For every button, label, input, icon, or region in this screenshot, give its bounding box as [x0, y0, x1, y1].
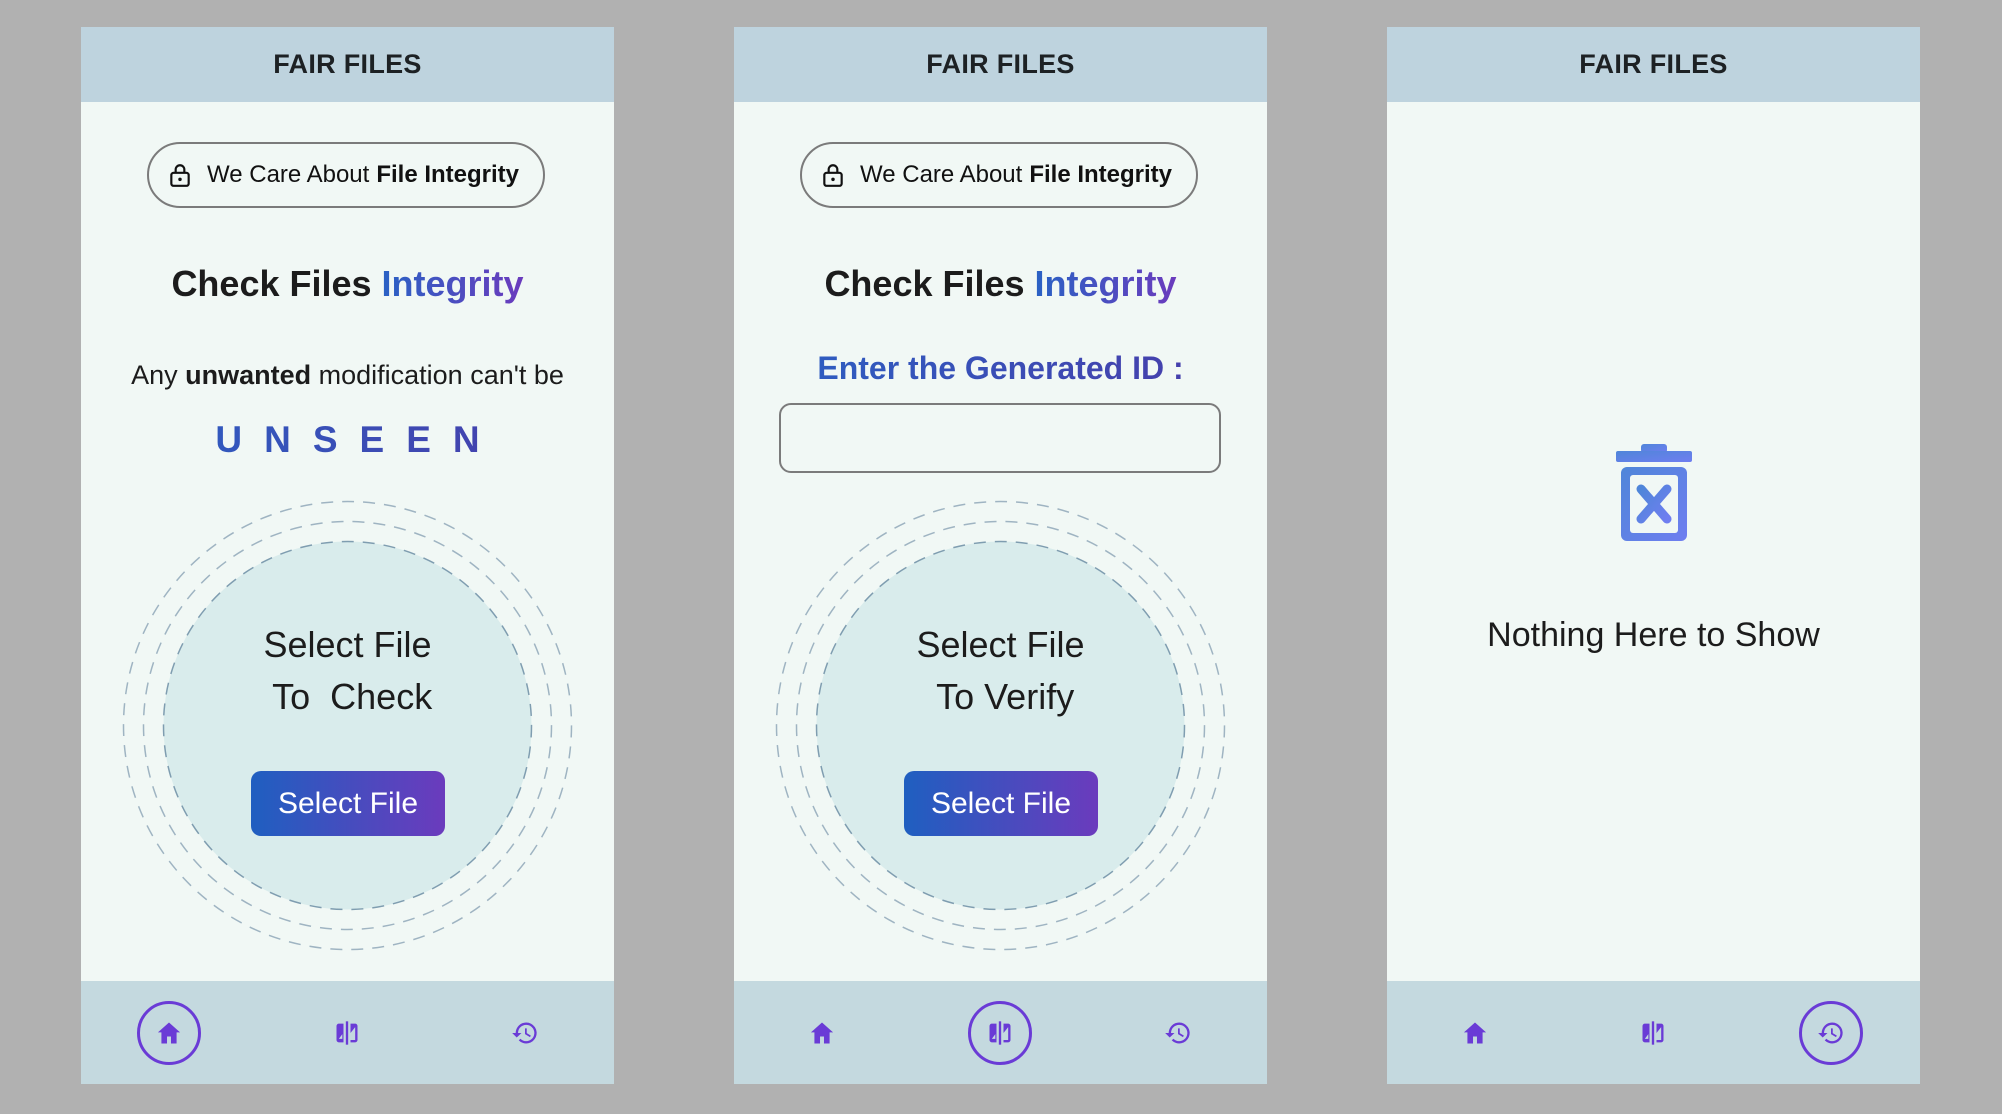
nav-verify[interactable] — [315, 1001, 379, 1065]
home-icon — [808, 1019, 836, 1047]
app-bar: FAIR FILES — [734, 27, 1267, 102]
lock-icon — [820, 162, 846, 188]
app-title: FAIR FILES — [273, 49, 422, 79]
drop-zone-circle — [775, 500, 1226, 951]
screen-verify: FAIR FILES We Care About File Integrity … — [734, 27, 1267, 1084]
app-title: FAIR FILES — [926, 49, 1075, 79]
home-icon — [155, 1019, 183, 1047]
home-icon — [1461, 1019, 1489, 1047]
history-icon — [1817, 1019, 1845, 1047]
compare-icon — [986, 1019, 1014, 1047]
integrity-pill: We Care About File Integrity — [147, 142, 545, 208]
trash-x-icon — [1616, 444, 1692, 541]
screen-check: FAIR FILES We Care About File Integrity … — [81, 27, 614, 1084]
generated-id-label: Enter the Generated ID : — [734, 350, 1267, 387]
screen-history: FAIR FILES Nothing Here to Show — [1387, 27, 1920, 1084]
page-title: Check Files Integrity — [81, 263, 614, 305]
compare-icon — [333, 1019, 361, 1047]
page-title: Check Files Integrity — [734, 263, 1267, 305]
compare-icon — [1639, 1019, 1667, 1047]
select-file-button[interactable]: Select File — [251, 771, 445, 836]
app-bar: FAIR FILES — [1387, 27, 1920, 102]
drop-zone-text: Select File To Check — [263, 624, 433, 717]
title-accent: Integrity — [1034, 263, 1177, 304]
unseen-highlight: UNSEEN — [81, 419, 614, 461]
bottom-nav — [734, 981, 1267, 1084]
nav-history[interactable] — [1799, 1001, 1863, 1065]
history-icon — [1164, 1019, 1192, 1047]
integrity-pill: We Care About File Integrity — [800, 142, 1198, 208]
nav-verify[interactable] — [968, 1001, 1032, 1065]
lock-icon — [167, 162, 193, 188]
drop-zone-circle — [122, 500, 573, 951]
pill-emphasis: File Integrity — [1029, 161, 1173, 188]
drop-zone-text: Select File To Verify — [916, 624, 1085, 717]
bottom-nav — [81, 981, 614, 1084]
app-title: FAIR FILES — [1579, 49, 1728, 79]
nav-home[interactable] — [1443, 1001, 1507, 1065]
title-accent: Integrity — [381, 263, 524, 304]
nav-home[interactable] — [137, 1001, 201, 1065]
app-bar: FAIR FILES — [81, 27, 614, 102]
tagline-post: modification can't be — [318, 360, 564, 390]
history-icon — [511, 1019, 539, 1047]
tagline: Any unwanted modification can't be — [81, 360, 614, 391]
title-text: Check Files — [824, 263, 1025, 304]
nav-history[interactable] — [493, 1001, 557, 1065]
select-file-button[interactable]: Select File — [904, 771, 1098, 836]
pill-prefix: We Care About — [207, 161, 370, 188]
nav-history[interactable] — [1146, 1001, 1210, 1065]
tagline-pre: Any — [131, 360, 178, 390]
title-text: Check Files — [171, 263, 372, 304]
nav-home[interactable] — [790, 1001, 854, 1065]
generated-id-input[interactable] — [779, 403, 1221, 473]
empty-state-text: Nothing Here to Show — [1487, 616, 1820, 654]
bottom-nav — [1387, 981, 1920, 1084]
pill-prefix: We Care About — [860, 161, 1023, 188]
tagline-bold: unwanted — [185, 360, 312, 390]
pill-emphasis: File Integrity — [376, 161, 520, 188]
nav-verify[interactable] — [1621, 1001, 1685, 1065]
